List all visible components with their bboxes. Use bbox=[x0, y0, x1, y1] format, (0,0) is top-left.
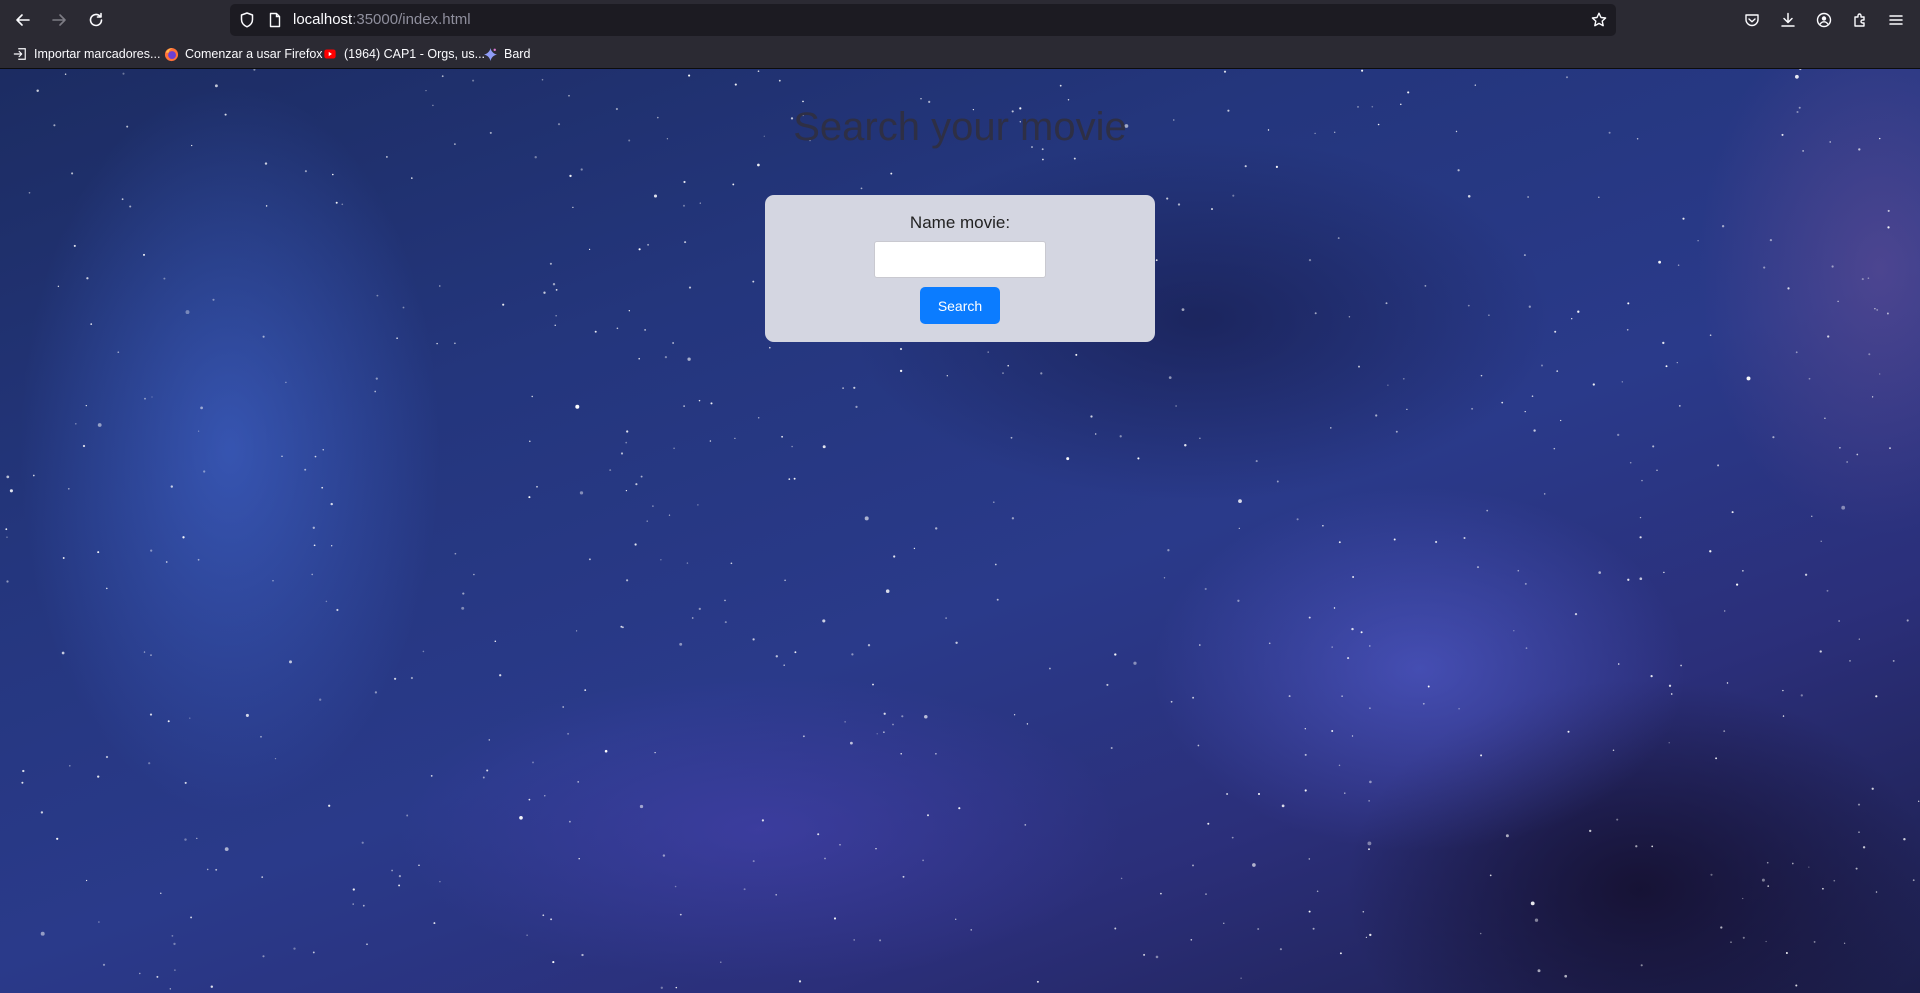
back-button[interactable] bbox=[11, 8, 35, 32]
bard-icon bbox=[482, 46, 498, 62]
import-icon bbox=[12, 46, 28, 62]
bookmarks-toolbar: Importar marcadores... Comenzar a usar F… bbox=[0, 40, 1920, 69]
url-text: localhost:35000/index.html bbox=[293, 11, 471, 28]
youtube-icon bbox=[322, 46, 338, 62]
download-icon bbox=[1781, 12, 1795, 27]
bookmark-label: (1964) CAP1 - Orgs, us... bbox=[344, 47, 486, 61]
pocket-icon bbox=[1745, 14, 1759, 27]
page-icon[interactable] bbox=[266, 11, 284, 29]
bookmark-import[interactable]: Importar marcadores... bbox=[12, 45, 160, 63]
movie-name-input[interactable] bbox=[874, 241, 1046, 278]
pocket-button[interactable] bbox=[1740, 8, 1764, 32]
puzzle-icon bbox=[1854, 13, 1865, 27]
arrow-right-icon bbox=[52, 14, 66, 26]
shield-icon[interactable] bbox=[238, 11, 256, 29]
movie-name-label: Name movie: bbox=[909, 213, 1011, 232]
firefox-icon bbox=[163, 46, 179, 62]
forward-button[interactable] bbox=[47, 8, 71, 32]
arrow-left-icon bbox=[16, 14, 30, 26]
bookmark-bard[interactable]: Bard bbox=[482, 45, 530, 63]
address-bar[interactable]: localhost:35000/index.html bbox=[230, 4, 1616, 36]
extensions-button[interactable] bbox=[1848, 8, 1872, 32]
bookmark-label: Bard bbox=[504, 47, 531, 61]
url-host: localhost bbox=[293, 11, 353, 28]
page-viewport: Search your movie Name movie: Search bbox=[0, 69, 1920, 993]
page-title: Search your movie bbox=[793, 105, 1127, 149]
browser-toolbar: localhost:35000/index.html bbox=[0, 0, 1920, 40]
bookmark-youtube[interactable]: (1964) CAP1 - Orgs, us... bbox=[322, 45, 485, 63]
hamburger-icon bbox=[1889, 15, 1903, 25]
search-form: Name movie: Search bbox=[765, 195, 1155, 342]
reload-button[interactable] bbox=[84, 8, 108, 32]
url-path: :35000/index.html bbox=[352, 11, 471, 28]
bookmark-firefox[interactable]: Comenzar a usar Firefox bbox=[163, 45, 323, 63]
account-icon bbox=[1816, 12, 1832, 28]
menu-button[interactable] bbox=[1884, 8, 1908, 32]
reload-icon bbox=[89, 12, 103, 27]
account-button[interactable] bbox=[1812, 8, 1836, 32]
bookmark-label: Importar marcadores... bbox=[34, 47, 161, 61]
bookmark-label: Comenzar a usar Firefox bbox=[185, 47, 323, 61]
downloads-button[interactable] bbox=[1776, 8, 1800, 32]
star-icon[interactable] bbox=[1590, 11, 1608, 29]
search-button[interactable]: Search bbox=[920, 287, 1000, 324]
